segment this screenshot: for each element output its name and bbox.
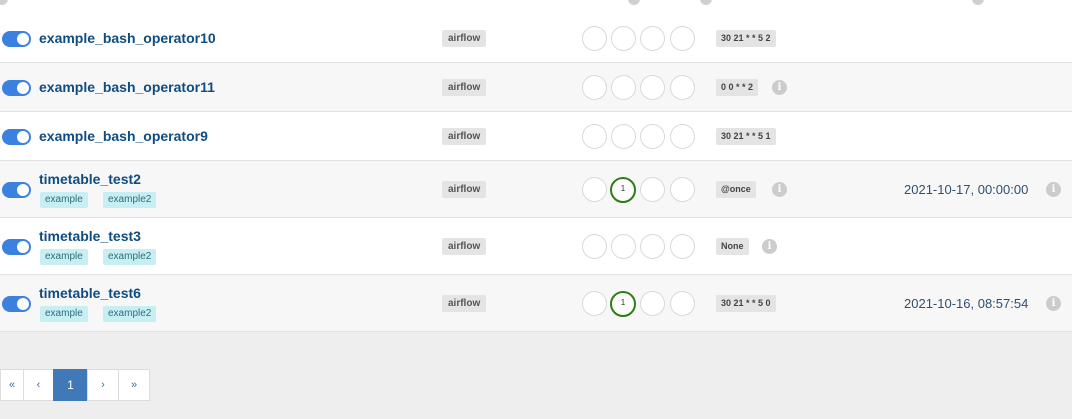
dag-run-status-empty bbox=[611, 124, 636, 149]
dag-run-status-empty bbox=[611, 75, 636, 100]
table-row: timetable_test3example example2 airflow Non… bbox=[0, 218, 1072, 275]
next-page-button[interactable]: › bbox=[87, 369, 119, 401]
info-icon[interactable] bbox=[700, 0, 712, 5]
dag-name-link[interactable]: example_bash_operator9 bbox=[39, 128, 208, 144]
last-run-timestamp[interactable]: 2021-10-17, 00:00:00 bbox=[904, 182, 1028, 197]
table-row: timetable_test6example example2 airflow 1 30… bbox=[0, 275, 1072, 332]
schedule-badge: None bbox=[716, 237, 749, 255]
table-header bbox=[0, 0, 1072, 15]
schedule-badge: 30 21 * * 5 1 bbox=[716, 127, 776, 145]
schedule-badge: 0 0 * * 2 bbox=[716, 78, 759, 96]
dag-pause-toggle[interactable] bbox=[2, 181, 31, 198]
dag-run-status-empty bbox=[582, 124, 607, 149]
schedule-badge: 30 21 * * 5 2 bbox=[716, 29, 776, 47]
dag-tag[interactable]: example2 bbox=[103, 249, 157, 265]
owner-badge: airflow bbox=[442, 29, 487, 47]
toggle-knob bbox=[17, 240, 29, 253]
dag-tag[interactable]: example bbox=[40, 192, 88, 208]
dag-run-status-empty bbox=[670, 291, 695, 316]
toggle-knob bbox=[17, 183, 29, 196]
toggle-knob bbox=[17, 130, 29, 143]
info-icon[interactable] bbox=[628, 0, 640, 5]
table-row: example_bash_operator11 airflow 0 0 * * 2 i bbox=[0, 63, 1072, 112]
dag-name-link[interactable]: timetable_test6 bbox=[39, 285, 141, 301]
last-page-button[interactable]: » bbox=[118, 369, 150, 401]
toggle-knob bbox=[17, 32, 29, 45]
dag-pause-toggle[interactable] bbox=[2, 79, 31, 96]
prev-page-button[interactable]: ‹ bbox=[23, 369, 54, 401]
schedule-info-icon[interactable]: i bbox=[772, 181, 787, 197]
dag-name-link[interactable]: example_bash_operator11 bbox=[39, 79, 215, 95]
info-icon[interactable] bbox=[0, 0, 8, 5]
info-icon[interactable] bbox=[972, 0, 984, 5]
first-page-button[interactable]: « bbox=[0, 369, 24, 401]
dag-run-status-empty bbox=[670, 124, 695, 149]
dag-tag[interactable]: example bbox=[40, 249, 88, 265]
dag-name-link[interactable]: timetable_test2 bbox=[39, 171, 141, 187]
page-1-button[interactable]: 1 bbox=[53, 369, 88, 401]
dag-run-status-empty bbox=[670, 75, 695, 100]
dag-run-status-empty bbox=[611, 234, 636, 259]
dag-pause-toggle[interactable] bbox=[2, 238, 31, 255]
dag-run-status-empty bbox=[582, 177, 607, 202]
schedule-badge: 30 21 * * 5 0 bbox=[716, 294, 776, 312]
dag-tag[interactable]: example bbox=[40, 306, 88, 322]
dag-run-status-empty bbox=[640, 177, 665, 202]
dags-page: example_bash_operator10 airflow 30 21 * * … bbox=[0, 0, 1072, 419]
table-row: example_bash_operator9 airflow 30 21 * * 5… bbox=[0, 112, 1072, 161]
dag-run-status-empty bbox=[640, 291, 665, 316]
dag-pause-toggle[interactable] bbox=[2, 30, 31, 47]
dag-pause-toggle[interactable] bbox=[2, 295, 31, 312]
schedule-info-icon[interactable]: i bbox=[772, 79, 787, 95]
dag-name-link[interactable]: timetable_test3 bbox=[39, 228, 141, 244]
dag-run-status-empty bbox=[670, 234, 695, 259]
dag-run-status-empty bbox=[640, 26, 665, 51]
table-row: example_bash_operator10 airflow 30 21 * * … bbox=[0, 14, 1072, 63]
owner-badge: airflow bbox=[442, 237, 487, 255]
dag-run-status-success[interactable]: 1 bbox=[610, 290, 636, 317]
dag-run-status-empty bbox=[670, 26, 695, 51]
owner-badge: airflow bbox=[442, 180, 487, 198]
dags-table: example_bash_operator10 airflow 30 21 * * … bbox=[0, 0, 1072, 332]
dag-run-status-empty bbox=[582, 234, 607, 259]
dag-run-status-empty bbox=[640, 234, 665, 259]
dag-name-link[interactable]: example_bash_operator10 bbox=[39, 30, 216, 46]
last-run-info-icon[interactable]: i bbox=[1046, 295, 1061, 311]
owner-badge: airflow bbox=[442, 294, 487, 312]
dag-pause-toggle[interactable] bbox=[2, 128, 31, 145]
dag-run-status-empty bbox=[670, 177, 695, 202]
dag-run-status-empty bbox=[582, 26, 607, 51]
dag-run-status-empty bbox=[640, 75, 665, 100]
last-run-timestamp[interactable]: 2021-10-16, 08:57:54 bbox=[904, 296, 1028, 311]
dag-run-status-success[interactable]: 1 bbox=[610, 176, 636, 203]
dag-tag[interactable]: example2 bbox=[103, 306, 157, 322]
dag-run-status-empty bbox=[611, 26, 636, 51]
dag-run-status-empty bbox=[640, 124, 665, 149]
toggle-knob bbox=[17, 297, 29, 310]
toggle-knob bbox=[17, 81, 29, 94]
table-row: timetable_test2example example2 airflow 1 @o… bbox=[0, 161, 1072, 218]
schedule-info-icon[interactable]: i bbox=[762, 238, 777, 254]
last-run-info-icon[interactable]: i bbox=[1046, 181, 1061, 197]
pagination: « ‹ 1 › » bbox=[0, 369, 150, 401]
dag-run-status-empty bbox=[582, 291, 607, 316]
schedule-badge: @once bbox=[716, 180, 756, 198]
owner-badge: airflow bbox=[442, 78, 487, 96]
dag-tag[interactable]: example2 bbox=[103, 192, 157, 208]
owner-badge: airflow bbox=[442, 127, 487, 145]
dag-run-status-empty bbox=[582, 75, 607, 100]
